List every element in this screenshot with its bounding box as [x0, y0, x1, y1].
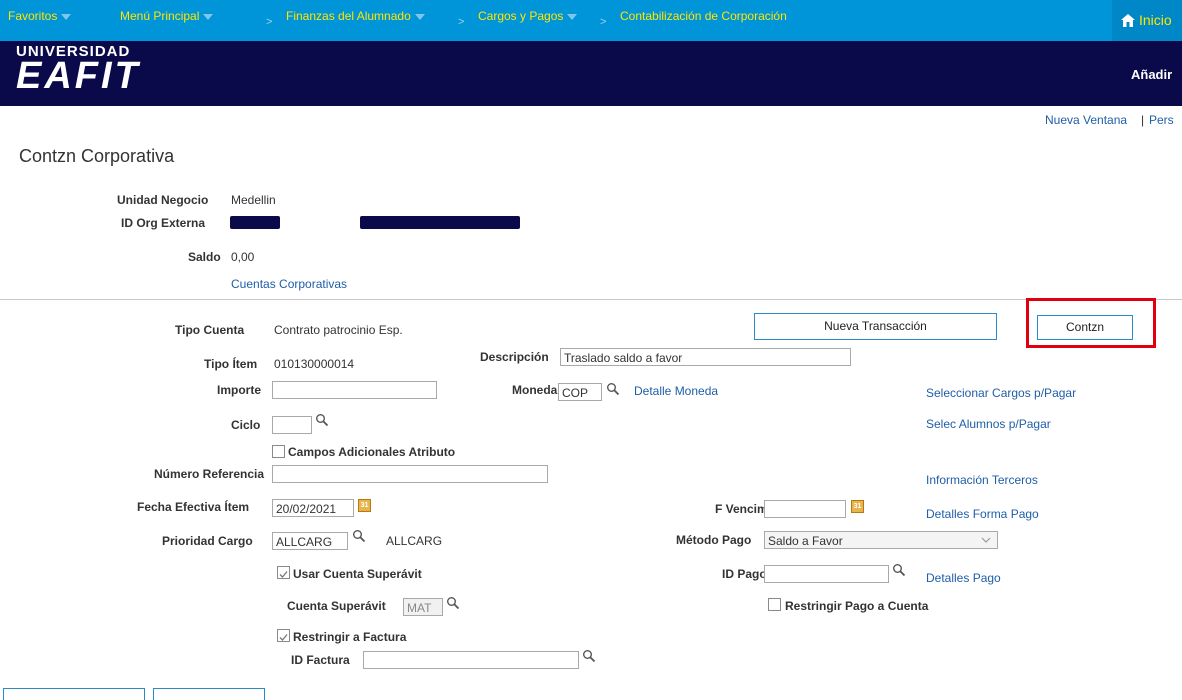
detalle-moneda-link[interactable]: Detalle Moneda [634, 384, 718, 398]
calendar-icon[interactable]: 31 [851, 500, 864, 513]
home-label: Inicio [1139, 12, 1172, 28]
metodo-pago-label: Método Pago [676, 533, 752, 547]
restringir-pago-checkbox[interactable] [768, 598, 781, 611]
id-factura-field[interactable] [363, 651, 579, 669]
nueva-transaccion-button[interactable]: Nueva Transacción [754, 313, 997, 340]
nav-finanzas-label: Finanzas del Alumnado [286, 9, 411, 23]
cuenta-superavit-lookup-icon[interactable] [446, 596, 460, 610]
id-org-externa-label: ID Org Externa [121, 216, 206, 230]
restringir-factura-checkbox[interactable] [277, 629, 290, 642]
saldo-value: 0,00 [231, 250, 255, 264]
saldo-label: Saldo [188, 250, 221, 264]
campos-adicionales-label: Campos Adicionales Atributo [288, 445, 456, 459]
prioridad-cargo-label: Prioridad Cargo [162, 534, 253, 548]
personalizar-link[interactable]: Pers [1149, 113, 1174, 127]
breadcrumb-separator-icon: > [266, 16, 273, 28]
chevron-down-icon [203, 13, 214, 20]
nav-menu-principal[interactable]: Menú Principal [120, 0, 214, 33]
tipo-cuenta-value: Contrato patrocinio Esp. [274, 323, 403, 337]
fecha-efectiva-label: Fecha Efectiva Ítem [137, 500, 250, 514]
anadir-link[interactable]: Añadir [1131, 67, 1172, 82]
cuentas-corporativas-link[interactable]: Cuentas Corporativas [231, 277, 347, 291]
home-button[interactable]: Inicio [1112, 0, 1182, 41]
unidad-negocio-value: Medellin [231, 193, 276, 207]
contzn-button[interactable]: Contzn [1037, 315, 1133, 340]
seleccionar-cargos-link[interactable]: Seleccionar Cargos p/Pagar [926, 386, 1076, 400]
importe-label: Importe [217, 383, 262, 397]
tipo-cuenta-label: Tipo Cuenta [175, 323, 245, 337]
moneda-field[interactable]: COP [558, 383, 602, 401]
top-navigation-bar: Favoritos Menú Principal > Finanzas del … [0, 0, 1182, 41]
calendar-icon[interactable]: 31 [358, 499, 371, 512]
chevron-down-icon [414, 13, 425, 20]
nav-cargos-label: Cargos y Pagos [478, 9, 564, 23]
section-divider [0, 299, 1182, 300]
metodo-pago-value: Saldo a Favor [768, 534, 843, 548]
prioridad-cargo-description: ALLCARG [386, 534, 443, 548]
chevron-down-icon [61, 13, 72, 20]
numero-referencia-label: Número Referencia [154, 467, 265, 481]
breadcrumb-separator-icon: > [458, 16, 465, 28]
unidad-negocio-label: Unidad Negocio [117, 193, 209, 207]
detalles-forma-pago-link[interactable]: Detalles Forma Pago [926, 507, 1039, 521]
id-pago-label: ID Pago [722, 567, 767, 581]
breadcrumb-separator-icon: > [600, 16, 607, 28]
nav-menu-principal-label: Menú Principal [120, 9, 200, 23]
check-icon [279, 571, 288, 578]
bottom-button-2[interactable] [153, 688, 265, 700]
cuenta-superavit-field[interactable]: MAT [403, 598, 443, 616]
tipo-item-value: 010130000014 [274, 357, 355, 371]
id-factura-label: ID Factura [291, 653, 350, 667]
eafit-logo: UNIVERSIDAD EAFIT [16, 41, 191, 103]
ciclo-field[interactable] [272, 416, 312, 434]
campos-adicionales-checkbox[interactable] [272, 445, 285, 458]
header-banner: UNIVERSIDAD EAFIT Añadir [0, 41, 1182, 106]
moneda-label: Moneda [512, 383, 558, 397]
ciclo-label: Ciclo [231, 418, 261, 432]
prioridad-cargo-field[interactable]: ALLCARG [272, 532, 348, 550]
restringir-pago-label: Restringir Pago a Cuenta [785, 599, 929, 613]
id-pago-lookup-icon[interactable] [892, 563, 906, 577]
nav-contabilizacion[interactable]: Contabilización de Corporación [620, 0, 787, 33]
usar-cuenta-label: Usar Cuenta Superávit [293, 567, 422, 581]
nav-favoritos-label: Favoritos [8, 9, 58, 23]
nav-favoritos[interactable]: Favoritos [8, 0, 72, 33]
check-icon [279, 634, 288, 641]
redacted-org-name [360, 216, 520, 229]
id-factura-lookup-icon[interactable] [582, 649, 596, 663]
ciclo-lookup-icon[interactable] [315, 413, 329, 427]
chevron-down-icon [981, 537, 991, 543]
bottom-button-1[interactable] [3, 688, 145, 700]
selec-alumnos-link[interactable]: Selec Alumnos p/Pagar [926, 417, 1051, 431]
moneda-lookup-icon[interactable] [606, 382, 620, 396]
chevron-down-icon [567, 13, 578, 20]
fecha-efectiva-field[interactable]: 20/02/2021 [272, 499, 354, 517]
nueva-ventana-link[interactable]: Nueva Ventana [1045, 113, 1127, 127]
metodo-pago-select[interactable]: Saldo a Favor [764, 531, 998, 549]
redacted-id-org [230, 216, 280, 229]
numero-referencia-field[interactable] [272, 465, 548, 483]
importe-field[interactable] [272, 381, 437, 399]
id-pago-field[interactable] [764, 565, 889, 583]
usar-cuenta-checkbox[interactable] [277, 566, 290, 579]
informacion-terceros-link[interactable]: Información Terceros [926, 473, 1038, 487]
prioridad-lookup-icon[interactable] [352, 529, 366, 543]
descripcion-field[interactable]: Traslado saldo a favor [560, 348, 851, 366]
detalles-pago-link[interactable]: Detalles Pago [926, 571, 1001, 585]
home-icon [1121, 14, 1135, 27]
tipo-item-label: Tipo Ítem [204, 357, 258, 371]
header-link-separator: | [1141, 113, 1145, 127]
cuenta-superavit-label: Cuenta Superávit [287, 599, 386, 613]
nav-finanzas[interactable]: Finanzas del Alumnado [286, 0, 425, 33]
page-title: Contzn Corporativa [19, 146, 175, 166]
f-vencim-field[interactable] [764, 500, 846, 518]
f-vencim-label: F Vencim [715, 502, 768, 516]
restringir-factura-label: Restringir a Factura [293, 630, 407, 644]
logo-eafit-text: EAFIT [16, 55, 141, 97]
nav-cargos-pagos[interactable]: Cargos y Pagos [478, 0, 578, 33]
descripcion-label: Descripción [480, 350, 549, 364]
